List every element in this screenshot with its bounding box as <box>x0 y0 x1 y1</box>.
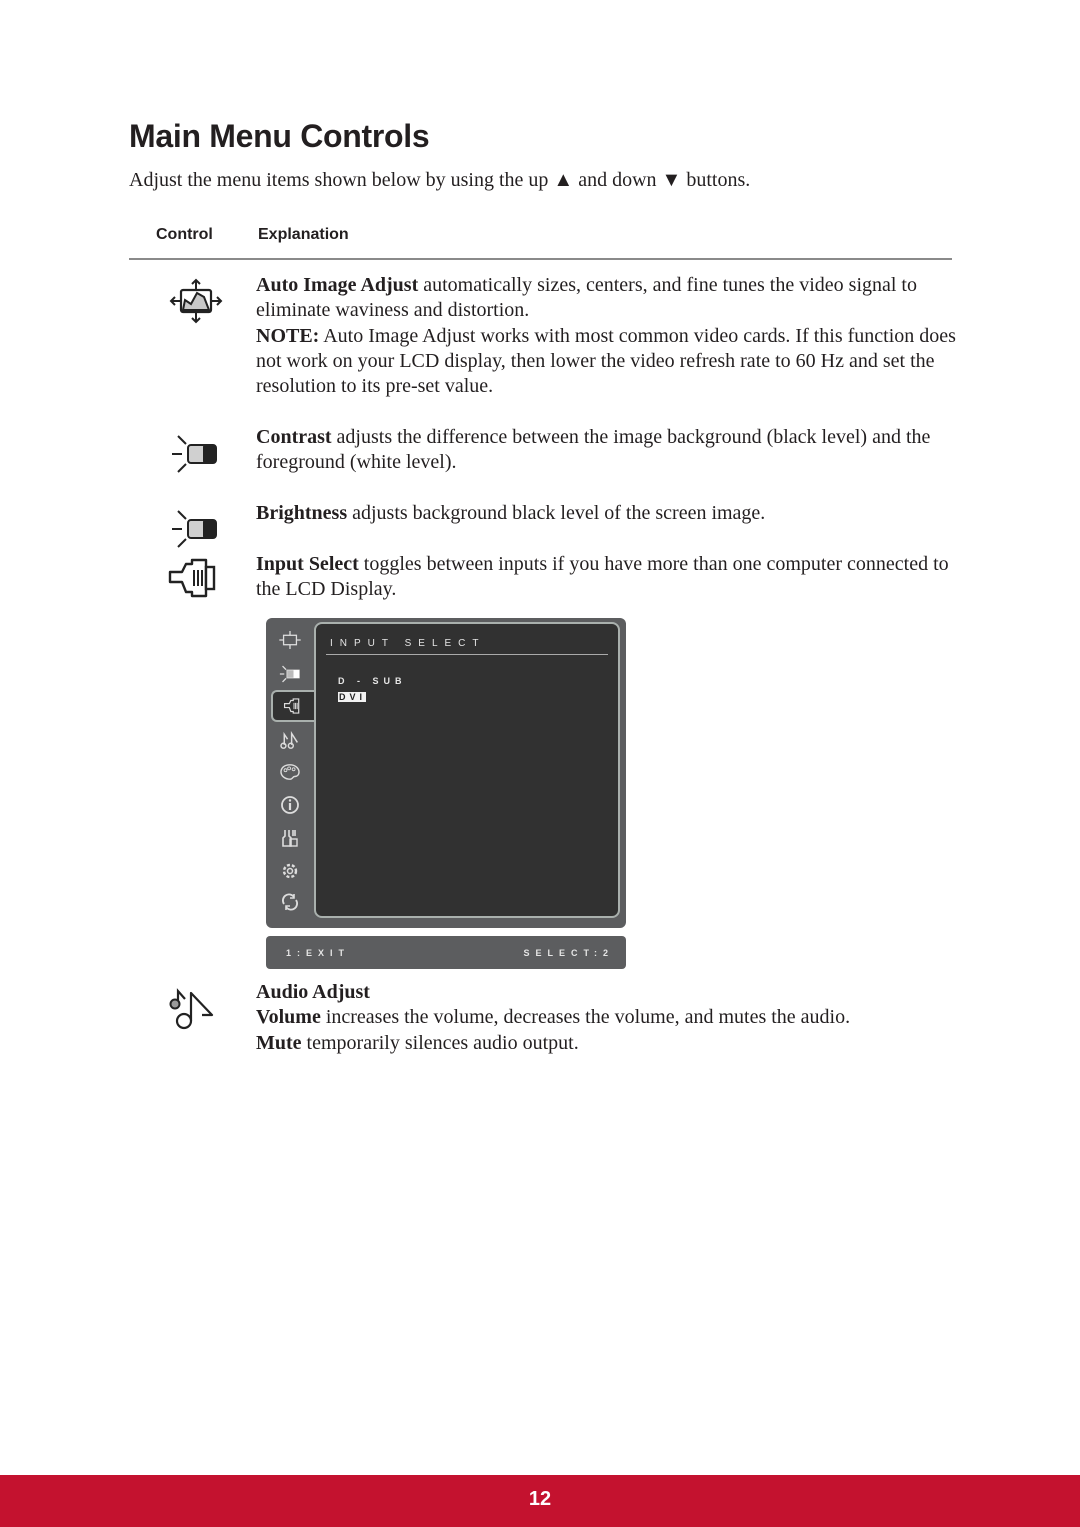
intro-text: Adjust the menu items shown below by usi… <box>129 169 751 191</box>
osd-sidebar-input-select-icon <box>271 690 315 722</box>
input-select-icon <box>168 558 216 598</box>
audio-adjust-icon <box>169 988 214 1030</box>
osd-button-bar: 1:EXIT SELECT:2 <box>266 936 626 969</box>
osd-content-pane: INPUT SELECT D - SUB DVI <box>314 622 620 918</box>
osd-exit-label: 1:EXIT <box>286 948 351 958</box>
brightness-term: Brightness <box>256 502 348 524</box>
mute-term: Mute <box>256 1031 302 1054</box>
note-label: NOTE: <box>256 324 320 347</box>
osd-select-label: SELECT:2 <box>523 948 614 958</box>
page-number: 12 <box>528 1488 552 1510</box>
volume-term: Volume <box>256 1006 321 1029</box>
brightness-description: Brightness adjusts background black leve… <box>256 501 956 526</box>
osd-sidebar-audio-icon <box>266 724 314 756</box>
volume-text: increases the volume, decreases the volu… <box>320 1006 851 1029</box>
brightness-text: adjusts background black level of the sc… <box>347 502 766 524</box>
mute-text: temporarily silences audio output. <box>301 1031 579 1054</box>
osd-sidebar-information-icon <box>266 789 314 821</box>
audio-adjust-heading: Audio Adjust <box>256 981 370 1003</box>
input-select-description: Input Select toggles between inputs if y… <box>256 552 956 603</box>
contrast-description: Contrast adjusts the difference between … <box>256 425 956 476</box>
osd-sidebar-contrast-icon <box>266 658 314 690</box>
contrast-icon <box>172 435 217 473</box>
note-text: Auto Image Adjust works with most common… <box>256 324 956 398</box>
brightness-icon <box>172 510 217 548</box>
osd-option-dsub: D - SUB <box>338 676 407 686</box>
column-header-explanation: Explanation <box>258 226 349 243</box>
osd-title-divider <box>326 654 608 655</box>
osd-sidebar-color-palette-icon <box>266 756 314 788</box>
osd-title: INPUT SELECT <box>330 638 486 649</box>
auto-image-adjust-description: Auto Image Adjust automatically sizes, c… <box>256 273 956 399</box>
osd-option-dvi-selected: DVI <box>338 692 367 702</box>
auto-image-adjust-icon <box>169 278 223 324</box>
osd-sidebar-setup-gear-icon <box>266 855 314 887</box>
contrast-term: Contrast <box>256 426 332 448</box>
page-title: Main Menu Controls <box>129 118 430 154</box>
osd-sidebar-memory-recall-icon <box>266 886 314 918</box>
osd-menu-screenshot: INPUT SELECT D - SUB DVI <box>266 618 626 928</box>
contrast-text: adjusts the difference between the image… <box>256 426 931 474</box>
audio-adjust-description: Audio Adjust Volume increases the volume… <box>256 980 956 1056</box>
header-divider <box>129 258 952 260</box>
osd-sidebar-auto-image-adjust-icon <box>266 624 314 656</box>
input-select-term: Input Select <box>256 553 359 575</box>
auto-image-adjust-term: Auto Image Adjust <box>256 274 419 296</box>
osd-sidebar-manual-adjust-icon <box>266 822 314 854</box>
page-footer: 12 <box>0 1475 1080 1527</box>
column-header-control: Control <box>156 226 213 243</box>
input-select-text: toggles between inputs if you have more … <box>256 553 949 601</box>
